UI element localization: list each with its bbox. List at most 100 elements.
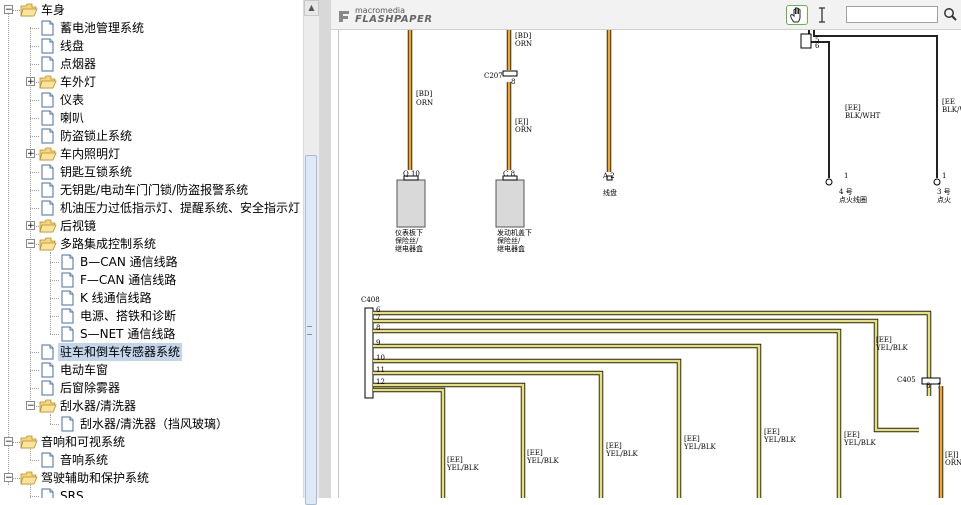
diagram-label: [EE] bbox=[845, 104, 861, 112]
tree-page-node[interactable]: 电源、搭铁和诊断 bbox=[0, 307, 303, 325]
folder-open-icon bbox=[20, 435, 38, 449]
tree-page-node[interactable]: SRS bbox=[0, 487, 303, 498]
tree-page-node[interactable]: 驻车和倒车传感器系统 bbox=[0, 343, 303, 361]
tree-page-node[interactable]: 防盗锁止系统 bbox=[0, 127, 303, 145]
tree-page-node[interactable]: F—CAN 通信线路 bbox=[0, 271, 303, 289]
collapse-icon[interactable]: − bbox=[26, 401, 35, 411]
tree-page-node[interactable]: 刮水器/清洗器（挡风玻璃） bbox=[0, 415, 303, 433]
diagram-label: 11 bbox=[376, 366, 385, 374]
tree-folder-node[interactable]: − 多路集成控制系统 bbox=[0, 235, 303, 253]
diagram-label: [EE] bbox=[764, 428, 780, 436]
diagram-label: 10 bbox=[376, 354, 385, 362]
tree-page-node[interactable]: 机油压力过低指示灯、提醒系统、安全指示灯 bbox=[0, 199, 303, 217]
diagram-label: [EJ] bbox=[945, 451, 959, 459]
tree-node-label: 车身 bbox=[41, 3, 66, 17]
connector-c207 bbox=[502, 70, 518, 77]
diagram-label: 8 bbox=[926, 382, 930, 390]
diagram-label: 6 bbox=[815, 42, 820, 50]
expand-icon[interactable]: + bbox=[26, 221, 35, 231]
diagram-label: C207 bbox=[484, 72, 503, 80]
tree-connector bbox=[30, 370, 39, 371]
folder-open-icon bbox=[20, 3, 38, 17]
document-page-icon bbox=[41, 92, 54, 108]
tree-connector bbox=[30, 352, 39, 353]
diagram-label: [EE] bbox=[844, 431, 860, 439]
tree-page-node[interactable]: 线盘 bbox=[0, 37, 303, 55]
yellow-wire bbox=[373, 344, 761, 498]
tree-page-node[interactable]: 无钥匙/电动车门门锁/防盗报警系统 bbox=[0, 181, 303, 199]
collapse-icon[interactable]: − bbox=[26, 239, 35, 249]
tree-folder-node[interactable]: − 音响和可视系统 bbox=[0, 433, 303, 451]
diagram-label: YEL/BLK bbox=[843, 439, 877, 447]
tree-page-node[interactable]: 蓄电池管理系统 bbox=[0, 19, 303, 37]
diagram-label: C408 bbox=[361, 296, 380, 304]
tree-folder-node[interactable]: + 车内照明灯 bbox=[0, 145, 303, 163]
tree-folder-node[interactable]: − 驾驶辅助和保护系统 bbox=[0, 469, 303, 487]
tree-folder-node[interactable]: − 刮水器/清洗器 bbox=[0, 397, 303, 415]
diagram-label: ORN bbox=[416, 99, 433, 107]
tree-folder-node[interactable]: − 车身 bbox=[0, 1, 303, 19]
tree-page-node[interactable]: 钥匙互锁系统 bbox=[0, 163, 303, 181]
document-page-icon bbox=[41, 488, 54, 498]
tree-connector bbox=[50, 280, 59, 281]
diagram-label: ORN bbox=[515, 40, 532, 48]
tree-page-node[interactable]: 音响系统 bbox=[0, 451, 303, 469]
scroll-up-arrow-icon[interactable]: ▲ bbox=[304, 0, 319, 16]
magnifier-icon[interactable] bbox=[943, 7, 957, 21]
document-page[interactable]: [BD] ORN [BD] ORN C207 8 [EJ] ORN Q 10 C 8A 2 线盘 仪表… bbox=[338, 30, 961, 498]
document-page-icon bbox=[41, 128, 54, 144]
tree-node-label: SRS bbox=[60, 489, 84, 498]
tree-page-node[interactable]: K 线通信线路 bbox=[0, 289, 303, 307]
diagram-label: 4 号 bbox=[839, 188, 853, 196]
tree-folder-node[interactable]: + 后视镜 bbox=[0, 217, 303, 235]
diagram-label: [EE] bbox=[527, 449, 543, 457]
splice-connector bbox=[800, 33, 812, 49]
tree-node-label: 音响和可视系统 bbox=[41, 435, 126, 449]
search-input[interactable] bbox=[846, 6, 938, 23]
diagram-label: YEL/BLK bbox=[763, 436, 797, 444]
diagram-label: [EE] bbox=[447, 456, 463, 464]
tree-page-node[interactable]: 电动车窗 bbox=[0, 361, 303, 379]
pane-divider[interactable] bbox=[319, 0, 331, 498]
document-page-icon bbox=[61, 416, 74, 432]
hand-tool-button[interactable] bbox=[786, 5, 808, 25]
diagram-label: YEL/BLK bbox=[605, 450, 639, 458]
diagram-label: YEL/BLK bbox=[526, 457, 560, 465]
ignition-coil-terminal bbox=[933, 178, 941, 186]
ignition-coil-terminal bbox=[825, 178, 833, 186]
flashpaper-logo: macromedia FLASHPAPER bbox=[337, 6, 432, 26]
yellow-wire-outline bbox=[373, 382, 526, 498]
diagram-label: 保险丝/ bbox=[395, 236, 419, 245]
logo-big-text: FLASHPAPER bbox=[355, 14, 433, 25]
text-select-icon[interactable] bbox=[817, 7, 827, 23]
tree-page-node[interactable]: 点烟器 bbox=[0, 55, 303, 73]
collapse-icon[interactable]: − bbox=[4, 5, 13, 15]
tree-page-node[interactable]: S—NET 通信线路 bbox=[0, 325, 303, 343]
document-page-icon bbox=[61, 272, 74, 288]
diagram-label: 8 bbox=[511, 78, 515, 86]
collapse-icon[interactable]: − bbox=[4, 437, 13, 447]
folder-open-icon bbox=[39, 75, 57, 89]
tree-node-label: 无钥匙/电动车门门锁/防盗报警系统 bbox=[60, 183, 249, 197]
diagram-label: 发动机盖下 bbox=[497, 228, 532, 237]
expand-icon[interactable]: + bbox=[26, 149, 35, 159]
collapse-icon[interactable]: − bbox=[4, 473, 13, 483]
diagram-label: [EE] bbox=[606, 442, 622, 450]
fuse-box bbox=[495, 179, 525, 228]
tree-connector bbox=[30, 172, 39, 173]
tree-node-label: 蓄电池管理系统 bbox=[60, 21, 145, 35]
tree-page-node[interactable]: 喇叭 bbox=[0, 109, 303, 127]
document-page-icon bbox=[41, 38, 54, 54]
diagram-label: [EE] bbox=[684, 435, 700, 443]
tree-folder-node[interactable]: + 车外灯 bbox=[0, 73, 303, 91]
tree-page-node[interactable]: 后窗除雾器 bbox=[0, 379, 303, 397]
tree-page-node[interactable]: 仪表 bbox=[0, 91, 303, 109]
expand-icon[interactable]: + bbox=[26, 77, 35, 87]
diagram-label: A 2 bbox=[602, 172, 615, 180]
flashpaper-viewer: macromedia FLASHPAPER [BD] ORN [BD] ORN C207… bbox=[331, 0, 961, 498]
tree-page-node[interactable]: B—CAN 通信线路 bbox=[0, 253, 303, 271]
diagram-label: C 8 bbox=[503, 170, 515, 178]
hand-icon bbox=[790, 7, 801, 23]
tree-scrollbar[interactable]: ▲ bbox=[303, 0, 319, 505]
tree-node-label: 后视镜 bbox=[60, 219, 97, 233]
